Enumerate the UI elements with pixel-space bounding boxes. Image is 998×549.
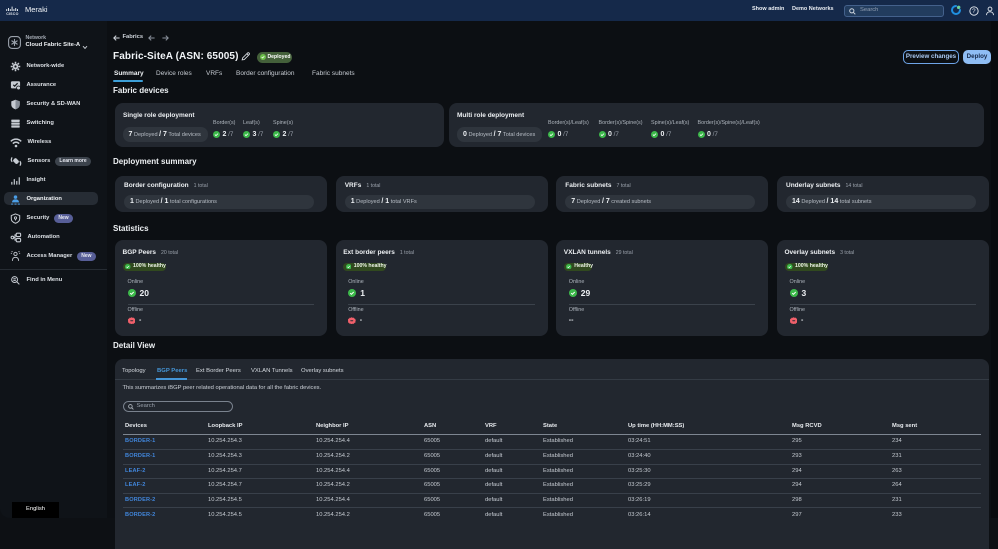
svg-text:CISCO: CISCO <box>6 12 18 15</box>
svg-text:?: ? <box>972 8 976 15</box>
